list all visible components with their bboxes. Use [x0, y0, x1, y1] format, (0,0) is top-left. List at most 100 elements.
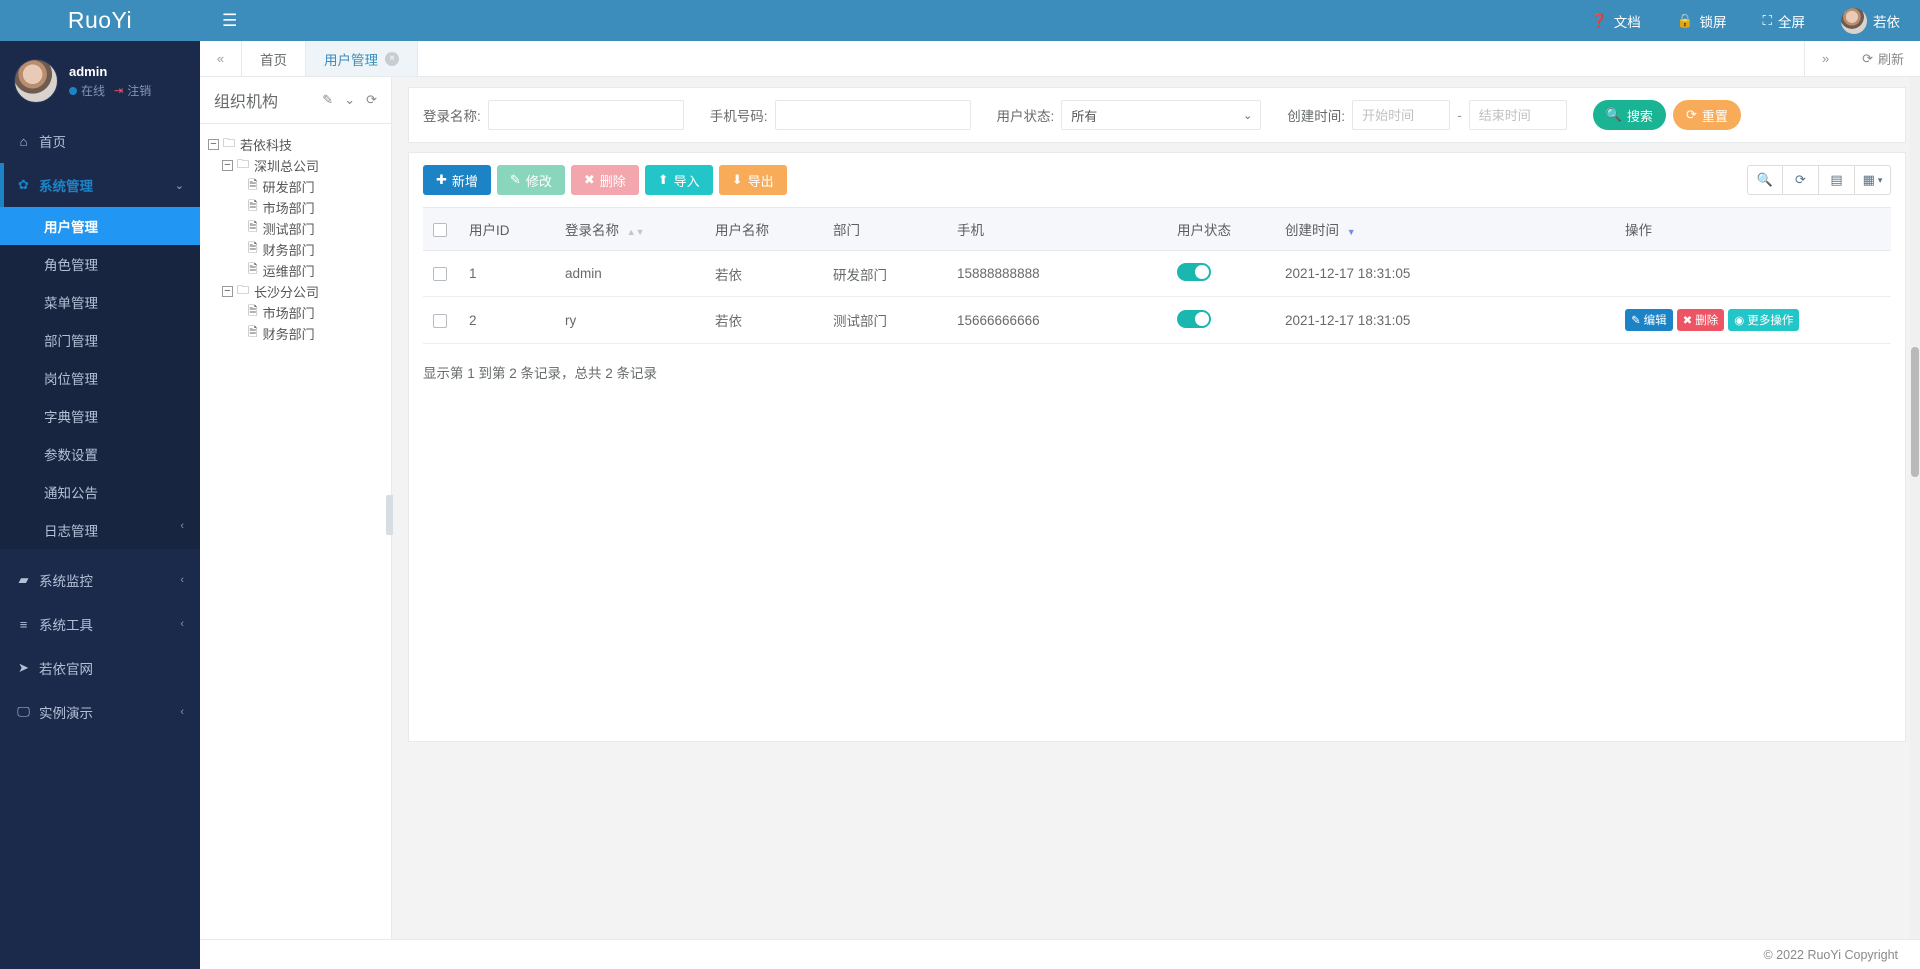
page-scrollbar-track[interactable]: [1910, 77, 1920, 939]
org-tree-tools: ✎ ⌄ ⟳: [322, 92, 377, 108]
login-name-label: 登录名称:: [423, 109, 481, 124]
logout-link[interactable]: 注销: [127, 82, 151, 100]
column-header-status[interactable]: 用户状态: [1167, 207, 1275, 251]
fullscreen-button[interactable]: ⛶ 全屏: [1745, 11, 1823, 31]
edit-button[interactable]: ✎ 修改: [496, 165, 565, 195]
collapse-toggle-icon[interactable]: −: [222, 286, 233, 297]
row-delete-button[interactable]: ✖ 删除: [1676, 309, 1725, 331]
login-name-input[interactable]: [487, 100, 684, 130]
brand-logo[interactable]: RuoYi: [0, 0, 200, 41]
collapse-toggle-icon[interactable]: −: [222, 160, 233, 171]
reset-button[interactable]: ⟳ 重置: [1672, 100, 1741, 130]
sidebar-item-dictionary[interactable]: 字典管理: [0, 397, 200, 435]
column-header-user-name[interactable]: 用户名称: [705, 207, 823, 251]
tree-node-label: 深圳总公司: [254, 159, 320, 174]
tree-node[interactable]: − 🗀 长沙分公司: [208, 281, 391, 302]
file-icon: 🗎: [248, 199, 258, 213]
column-header-phone[interactable]: 手机: [947, 207, 1167, 251]
avatar[interactable]: [14, 59, 58, 103]
sidebar-item-demo[interactable]: 🖵 实例演示 ‹: [0, 690, 200, 734]
tree-node[interactable]: 🗎 市场部门: [208, 197, 391, 218]
refresh-tab-button[interactable]: ⟳ 刷新: [1846, 41, 1920, 76]
add-button[interactable]: ✚ 新增: [423, 165, 491, 195]
tab-scroll-right-icon[interactable]: »: [1804, 41, 1847, 76]
tree-node[interactable]: 🗎 研发部门: [208, 176, 391, 197]
sidebar-item-notices[interactable]: 通知公告: [0, 473, 200, 511]
column-header-login-name[interactable]: 登录名称 ▲▼: [555, 207, 705, 251]
refresh-icon: ⟳: [1862, 50, 1873, 66]
logout-icon[interactable]: ⇥: [114, 83, 123, 100]
sidebar-item-system-management[interactable]: ✿ 系统管理 ⌄: [0, 163, 200, 207]
sidebar-item-label: 系统工具: [39, 618, 93, 633]
docs-link[interactable]: ❓ 文档: [1573, 11, 1659, 31]
page-scrollbar-thumb[interactable]: [1911, 347, 1919, 477]
pagination-summary: 显示第 1 到第 2 条记录，总共 2 条记录: [423, 366, 658, 381]
tree-node[interactable]: 🗎 财务部门: [208, 323, 391, 344]
folder-icon: 🗀: [223, 136, 236, 150]
sidebar-item-menus[interactable]: 菜单管理: [0, 283, 200, 321]
tab-user-management[interactable]: 用户管理 ×: [306, 41, 418, 76]
sidebar-item-logs[interactable]: 日志管理 ‹: [0, 511, 200, 549]
refresh-icon[interactable]: ⟳: [366, 92, 377, 108]
import-button[interactable]: ⬆ 导入: [644, 165, 713, 195]
panel-splitter-handle[interactable]: [386, 495, 393, 535]
users-table: 用户ID 登录名称 ▲▼ 用户名称 部门 手机 用户状态 创建时间 ▼ 操作 1…: [423, 207, 1891, 344]
sidebar-item-home[interactable]: ⌂ 首页: [0, 119, 200, 163]
refresh-label: 刷新: [1877, 52, 1904, 67]
export-button[interactable]: ⬇ 导出: [718, 165, 787, 195]
tree-node[interactable]: 🗎 市场部门: [208, 302, 391, 323]
sidebar-item-posts[interactable]: 岗位管理: [0, 359, 200, 397]
status-toggle[interactable]: [1177, 263, 1211, 281]
folder-icon: 🗀: [237, 157, 250, 171]
tab-scroll-left-icon[interactable]: «: [200, 41, 242, 76]
sidebar-item-parameters[interactable]: 参数设置: [0, 435, 200, 473]
status-group: 用户状态: ⌄: [997, 100, 1262, 130]
start-date-input[interactable]: [1352, 100, 1451, 130]
sort-icon[interactable]: ▲▼: [627, 228, 645, 237]
users-table-head: 用户ID 登录名称 ▲▼ 用户名称 部门 手机 用户状态 创建时间 ▼ 操作: [423, 207, 1891, 251]
close-icon: ✖: [1682, 315, 1693, 327]
end-date-input[interactable]: [1468, 100, 1567, 130]
table-row[interactable]: 2 ry 若依 测试部门 15666666666 2021-12-17 18:3…: [423, 296, 1891, 344]
sidebar-item-departments[interactable]: 部门管理: [0, 321, 200, 359]
menu-toggle-icon[interactable]: ☰: [200, 11, 259, 31]
select-all-checkbox[interactable]: [433, 222, 447, 237]
sort-desc-icon[interactable]: ▼: [1347, 228, 1356, 237]
sidebar-item-tools[interactable]: ≡ 系统工具 ‹: [0, 602, 200, 646]
table-refresh-icon[interactable]: ⟳: [1783, 165, 1819, 195]
tree-node[interactable]: 🗎 财务部门: [208, 239, 391, 260]
sidebar-item-monitoring[interactable]: ▰ 系统监控 ‹: [0, 558, 200, 602]
table-search-icon[interactable]: 🔍: [1747, 165, 1783, 195]
sidebar-item-roles[interactable]: 角色管理: [0, 245, 200, 283]
search-button[interactable]: 🔍 搜索: [1592, 100, 1666, 130]
sidebar-item-official-site[interactable]: ➤ 若依官网: [0, 646, 200, 690]
table-view-list-icon[interactable]: ▤: [1819, 165, 1855, 195]
sidebar-item-users[interactable]: 用户管理: [0, 207, 200, 245]
lockscreen-button[interactable]: 🔒 锁屏: [1659, 11, 1745, 31]
tree-node[interactable]: 🗎 测试部门: [208, 218, 391, 239]
status-select[interactable]: [1061, 100, 1262, 130]
row-edit-button[interactable]: ✎ 编辑: [1625, 309, 1673, 331]
row-more-button[interactable]: ◉ 更多操作: [1728, 309, 1800, 331]
close-icon[interactable]: ×: [385, 51, 399, 66]
status-toggle[interactable]: [1177, 309, 1211, 328]
tree-node[interactable]: − 🗀 若依科技: [208, 134, 391, 155]
table-columns-icon[interactable]: ▦ ▾: [1855, 165, 1891, 195]
column-header-created-time[interactable]: 创建时间 ▼: [1275, 207, 1615, 251]
table-row[interactable]: 1 admin 若依 研发部门 15888888888 2021-12-17 1…: [423, 250, 1891, 297]
collapse-toggle-icon[interactable]: −: [208, 139, 219, 150]
user-menu[interactable]: 若依: [1823, 7, 1904, 34]
tree-node[interactable]: − 🗀 深圳总公司: [208, 155, 391, 176]
row-checkbox[interactable]: [433, 267, 447, 282]
edit-icon[interactable]: ✎: [322, 92, 333, 108]
tab-home[interactable]: 首页: [242, 41, 306, 76]
tree-node[interactable]: 🗎 运维部门: [208, 260, 391, 281]
search-panel: 登录名称: 手机号码: 用户状态: ⌄ 创建时间:: [408, 87, 1906, 143]
phone-input[interactable]: [774, 100, 971, 130]
column-header-department[interactable]: 部门: [823, 207, 947, 251]
row-checkbox[interactable]: [433, 313, 447, 328]
delete-button[interactable]: ✖ 删除: [570, 165, 639, 195]
chevron-down-icon[interactable]: ⌄: [344, 92, 355, 108]
column-header-user-id[interactable]: 用户ID: [459, 207, 555, 251]
column-label: 创建时间: [1285, 223, 1339, 238]
